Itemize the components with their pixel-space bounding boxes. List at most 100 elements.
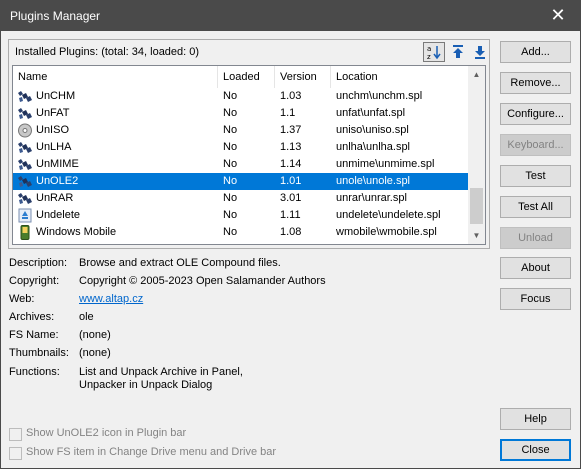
about-button[interactable]: About — [500, 257, 571, 279]
plugin-name: UnISO — [36, 124, 70, 136]
close-icon[interactable]: ✕ — [536, 1, 580, 31]
plugin-row[interactable]: UnOLE2 No 1.01 unole\unole.spl — [13, 173, 471, 190]
plugin-version: 3.01 — [280, 192, 302, 204]
unload-button[interactable]: Unload — [500, 227, 571, 249]
plugin-loaded: No — [223, 158, 238, 170]
plugin-version: 1.13 — [280, 141, 302, 153]
plugin-location: unfat\unfat.spl — [336, 107, 406, 119]
checkbox-box[interactable] — [9, 447, 22, 460]
column-location-header[interactable]: Location — [331, 66, 471, 88]
scroll-up-icon[interactable]: ▲ — [468, 66, 485, 83]
mobile-icon — [17, 225, 33, 240]
list-scrollbar[interactable]: ▲ ▼ — [468, 66, 485, 244]
description-value: Browse and extract OLE Compound files. — [79, 257, 281, 269]
plugin-location: unmime\unmime.spl — [336, 158, 435, 170]
plugin-location: wmobile\wmobile.spl — [336, 226, 437, 238]
plugin-location: unlha\unlha.spl — [336, 141, 411, 153]
fs-name-label: FS Name: — [9, 329, 59, 341]
plugin-name: UnFAT — [36, 107, 70, 119]
installed-plugins-label: Installed Plugins: (total: 34, loaded: 0… — [15, 46, 200, 58]
archive-icon — [17, 191, 33, 206]
disc-icon — [17, 123, 33, 138]
plugin-loaded: No — [223, 124, 238, 136]
plugin-loaded: No — [223, 107, 238, 119]
plugin-row[interactable]: UnRAR No 3.01 unrar\unrar.spl — [13, 190, 471, 207]
recycle-icon — [17, 208, 33, 223]
plugin-location: unole\unole.spl — [336, 175, 411, 187]
plugin-name: UnLHA — [36, 141, 72, 153]
plugins-list[interactable]: Name Loaded Version Location UnCHM No 1.03… — [12, 65, 486, 245]
archive-icon — [17, 140, 33, 155]
plugin-name: UnRAR — [36, 192, 74, 204]
thumbnails-value: (none) — [79, 347, 111, 359]
plugin-loaded: No — [223, 175, 238, 187]
title-bar: Plugins Manager ✕ — [1, 1, 580, 31]
plugin-version: 1.03 — [280, 90, 302, 102]
plugin-location: uniso\uniso.spl — [336, 124, 409, 136]
help-button[interactable]: Help — [500, 408, 571, 430]
test-all-button[interactable]: Test All — [500, 196, 571, 218]
plugin-version: 1.08 — [280, 226, 302, 238]
svg-text:a: a — [427, 45, 431, 53]
plugin-loaded: No — [223, 226, 238, 238]
plugin-name: UnCHM — [36, 90, 76, 102]
plugin-loaded: No — [223, 209, 238, 221]
plugin-location: unchm\unchm.spl — [336, 90, 423, 102]
keyboard-button[interactable]: Keyboard... — [500, 134, 571, 156]
svg-text:z: z — [427, 53, 431, 60]
installed-plugins-group: Installed Plugins: (total: 34, loaded: 0… — [8, 39, 490, 249]
archives-label: Archives: — [9, 311, 55, 323]
checkbox-box[interactable] — [9, 428, 22, 441]
archives-value: ole — [79, 311, 94, 323]
plugin-row[interactable]: UnFAT No 1.1 unfat\unfat.spl — [13, 105, 471, 122]
test-button[interactable]: Test — [500, 165, 571, 187]
column-name-header[interactable]: Name — [13, 66, 218, 88]
plugin-row[interactable]: Undelete No 1.11 undelete\undelete.spl — [13, 207, 471, 224]
plugin-version: 1.1 — [280, 107, 296, 119]
column-loaded-header[interactable]: Loaded — [218, 66, 275, 88]
web-link[interactable]: www.altap.cz — [79, 293, 143, 305]
show-icon-checkbox-label: Show UnOLE2 icon in Plugin bar — [26, 427, 187, 439]
plugin-name: Undelete — [36, 209, 81, 221]
plugin-loaded: No — [223, 192, 238, 204]
description-label: Description: — [9, 257, 68, 269]
archive-icon — [17, 89, 33, 104]
copyright-label: Copyright: — [9, 275, 60, 287]
plugin-row[interactable]: UnMIME No 1.14 unmime\unmime.spl — [13, 156, 471, 173]
plugin-version: 1.11 — [280, 209, 301, 221]
sort-az-icon[interactable]: a z — [423, 42, 445, 62]
add-button[interactable]: Add... — [500, 41, 571, 63]
focus-button[interactable]: Focus — [500, 288, 571, 310]
scroll-thumb[interactable] — [470, 188, 483, 224]
archive-icon — [17, 174, 33, 189]
plugins-manager-dialog: Plugins Manager ✕ Installed Plugins: (to… — [0, 0, 581, 469]
plugin-location: undelete\undelete.spl — [336, 209, 441, 221]
archive-icon — [17, 157, 33, 172]
plugin-row[interactable]: Windows Mobile No 1.08 wmobile\wmobile.spl — [13, 224, 471, 241]
configure-button[interactable]: Configure... — [500, 103, 571, 125]
list-header: Name Loaded Version Location — [13, 66, 471, 88]
plugin-name: UnMIME — [36, 158, 79, 170]
copyright-value: Copyright © 2005-2023 Open Salamander Au… — [79, 275, 326, 287]
plugin-row[interactable]: UnISO No 1.37 uniso\uniso.spl — [13, 122, 471, 139]
functions-value-line1: List and Unpack Archive in Panel, — [79, 366, 243, 378]
archive-icon — [17, 106, 33, 121]
plugin-loaded: No — [223, 90, 238, 102]
plugin-row[interactable]: UnCHM No 1.03 unchm\unchm.spl — [13, 88, 471, 105]
plugin-version: 1.01 — [280, 175, 302, 187]
remove-button[interactable]: Remove... — [500, 72, 571, 94]
thumbnails-label: Thumbnails: — [9, 347, 69, 359]
scroll-down-icon[interactable]: ▼ — [468, 227, 485, 244]
plugin-name: Windows Mobile — [36, 226, 117, 238]
functions-label: Functions: — [9, 366, 60, 378]
web-label: Web: — [9, 293, 35, 305]
column-version-header[interactable]: Version — [275, 66, 331, 88]
move-up-icon[interactable] — [447, 42, 469, 62]
plugin-row[interactable]: UnLHA No 1.13 unlha\unlha.spl — [13, 139, 471, 156]
fs-name-value: (none) — [79, 329, 111, 341]
plugin-version: 1.14 — [280, 158, 302, 170]
show-fs-checkbox-label: Show FS item in Change Drive menu and Dr… — [26, 446, 277, 458]
functions-value-line2: Unpacker in Unpack Dialog — [79, 379, 213, 391]
move-down-icon[interactable] — [469, 42, 491, 62]
close-button[interactable]: Close — [500, 439, 571, 461]
